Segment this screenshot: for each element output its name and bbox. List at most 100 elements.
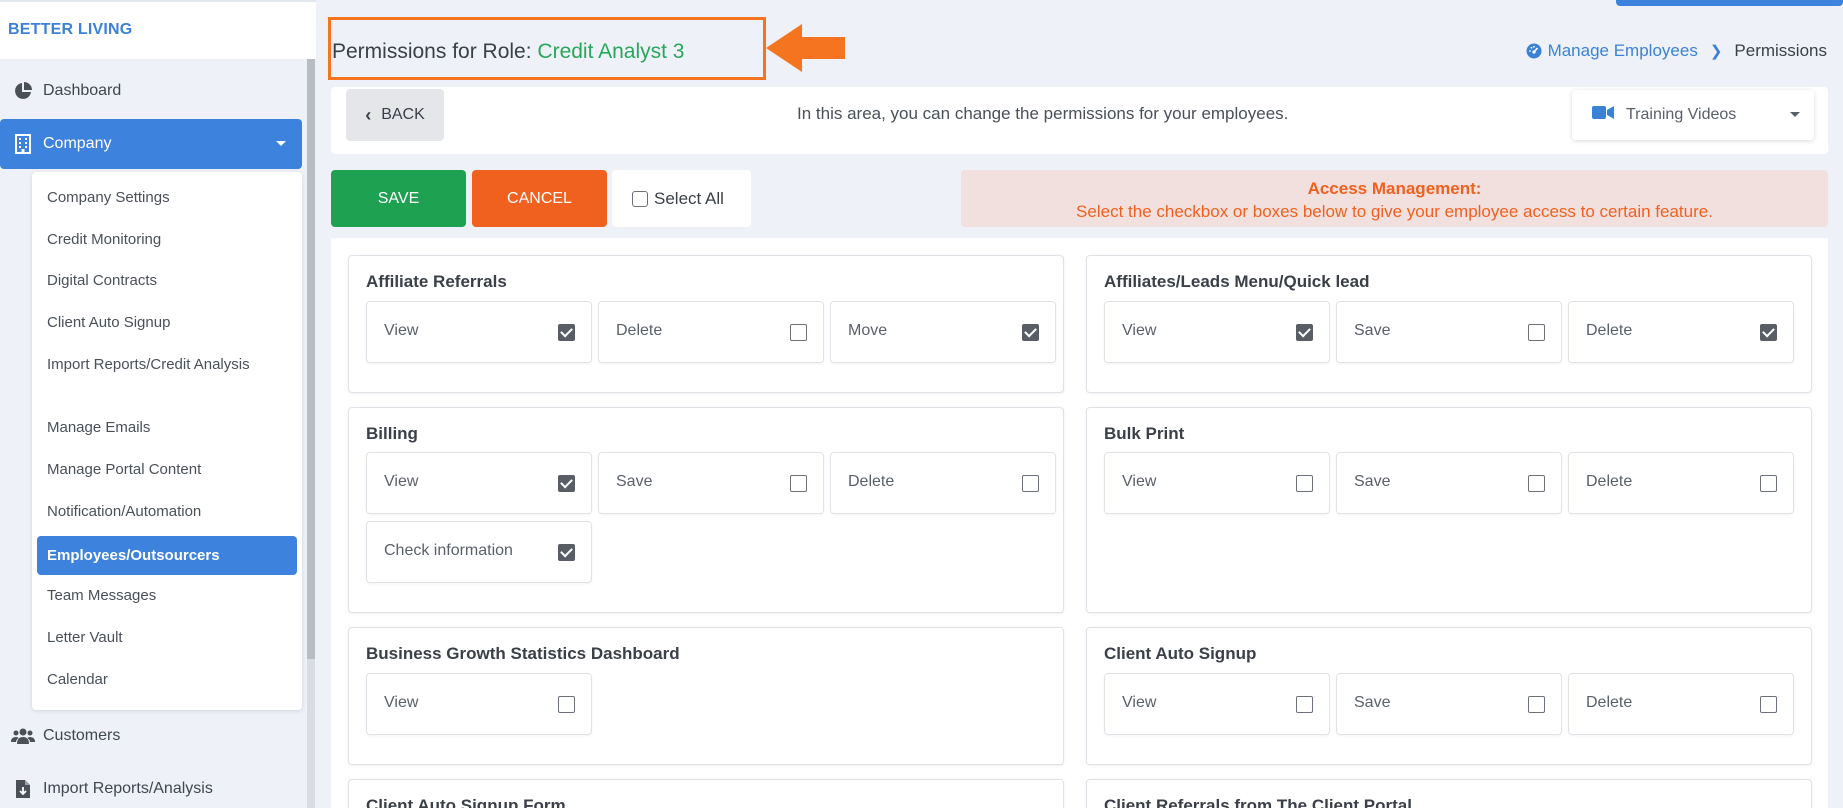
back-button-label: BACK	[381, 106, 425, 123]
permission-checkbox[interactable]	[1022, 475, 1039, 492]
permission-option[interactable]: Move	[830, 301, 1056, 363]
submenu-item-company-settings[interactable]: Company Settings	[37, 186, 297, 209]
permission-option[interactable]: Save	[1336, 452, 1562, 514]
permission-option-label: Delete	[1586, 694, 1633, 711]
permission-card-title: Affiliates/Leads Menu/Quick lead	[1104, 272, 1370, 291]
permission-option[interactable]: Delete	[1568, 452, 1794, 514]
permission-card-client-referrals: Client Referrals from The Client Portal	[1086, 779, 1812, 808]
permission-option[interactable]: Check information	[366, 521, 592, 583]
permission-checkbox[interactable]	[558, 475, 575, 492]
permission-checkbox[interactable]	[1022, 324, 1039, 341]
permission-option[interactable]: View	[1104, 301, 1330, 363]
sidebar-scrollbar-thumb[interactable]	[307, 59, 315, 659]
permission-option-label: Save	[1354, 322, 1391, 339]
submenu-item-manage-portal-content[interactable]: Manage Portal Content	[37, 458, 297, 481]
permission-checkbox[interactable]	[1296, 475, 1313, 492]
submenu-item-letter-vault[interactable]: Letter Vault	[37, 626, 297, 649]
file-import-icon	[11, 777, 35, 801]
permissions-panel: Affiliate Referrals View Delete Move Aff…	[331, 238, 1828, 808]
permission-option-label: Save	[1354, 473, 1391, 490]
sidebar-item-dashboard[interactable]: Dashboard	[0, 66, 302, 116]
sidebar-item-label: Company	[43, 135, 112, 152]
permission-card-title: Affiliate Referrals	[366, 272, 507, 291]
access-note-text: Select the checkbox or boxes below to gi…	[1076, 202, 1713, 221]
permission-card-bulk-print: Bulk Print View Save Delete	[1086, 407, 1812, 613]
permission-checkbox[interactable]	[1760, 475, 1777, 492]
submenu-item-credit-monitoring[interactable]: Credit Monitoring	[37, 228, 297, 251]
permission-card-client-auto-signup-form: Client Auto Signup Form	[348, 779, 1064, 808]
permission-option[interactable]: Save	[1336, 673, 1562, 735]
permission-option-label: Delete	[848, 473, 895, 490]
permission-checkbox[interactable]	[1528, 324, 1545, 341]
permission-option-label: View	[384, 473, 419, 490]
permission-option[interactable]: View	[1104, 452, 1330, 514]
permission-option[interactable]: Delete	[1568, 673, 1794, 735]
cancel-button[interactable]: CANCEL	[472, 170, 607, 227]
breadcrumb-manage-employees[interactable]: Manage Employees	[1526, 41, 1698, 61]
permission-checkbox[interactable]	[558, 696, 575, 713]
gauge-icon	[1526, 43, 1542, 59]
permission-option-label: View	[384, 322, 419, 339]
sidebar-item-label: Customers	[43, 727, 121, 744]
permission-option[interactable]: Delete	[1568, 301, 1794, 363]
video-camera-icon	[1592, 105, 1614, 125]
permission-card-billing: Billing View Save Delete Check informati…	[348, 407, 1064, 613]
pointer-arrow-icon	[766, 24, 845, 72]
top-bar-accent	[1616, 0, 1843, 6]
permission-card-title: Client Auto Signup Form	[366, 796, 566, 808]
role-name: Credit Analyst 3	[537, 40, 685, 63]
access-note-title: Access Management:	[1307, 179, 1482, 198]
permission-checkbox[interactable]	[558, 544, 575, 561]
permission-option[interactable]: View	[366, 673, 592, 735]
permission-option-label: Save	[616, 473, 653, 490]
chevron-down-icon	[1790, 112, 1800, 117]
submenu-item-manage-emails[interactable]: Manage Emails	[37, 416, 297, 439]
info-bar: ‹ BACK In this area, you can change the …	[331, 87, 1828, 154]
permission-checkbox[interactable]	[1528, 475, 1545, 492]
submenu-item-notification-automation[interactable]: Notification/Automation	[37, 500, 297, 523]
save-button[interactable]: SAVE	[331, 170, 466, 227]
submenu-item-digital-contracts[interactable]: Digital Contracts	[37, 269, 297, 292]
submenu-item-client-auto-signup[interactable]: Client Auto Signup	[37, 311, 297, 334]
permission-card-title: Billing	[366, 424, 418, 443]
page-title: Permissions for Role: Credit Analyst 3	[332, 40, 684, 64]
permission-option[interactable]: Delete	[598, 301, 824, 363]
permission-checkbox[interactable]	[1296, 696, 1313, 713]
training-videos-dropdown[interactable]: Training Videos	[1572, 90, 1814, 140]
submenu-item-import-reports[interactable]: Import Reports/Credit Analysis	[37, 353, 297, 376]
brand-logo[interactable]: BETTER LIVING	[0, 0, 316, 59]
permission-option[interactable]: View	[366, 452, 592, 514]
permission-checkbox[interactable]	[790, 475, 807, 492]
building-icon	[11, 132, 35, 156]
back-button[interactable]: ‹ BACK	[346, 89, 444, 141]
permission-option[interactable]: Delete	[830, 452, 1056, 514]
permission-checkbox[interactable]	[1296, 324, 1313, 341]
permission-checkbox[interactable]	[1760, 324, 1777, 341]
permission-option-label: View	[384, 694, 419, 711]
chevron-left-icon: ‹	[365, 104, 372, 125]
permission-checkbox[interactable]	[1528, 696, 1545, 713]
permission-option[interactable]: View	[1104, 673, 1330, 735]
permission-checkbox[interactable]	[790, 324, 807, 341]
brand-name[interactable]: BETTER LIVING	[8, 21, 132, 39]
training-videos-label: Training Videos	[1626, 106, 1737, 123]
submenu-item-employees-outsourcers[interactable]: Employees/Outsourcers	[37, 536, 297, 575]
submenu-item-team-messages[interactable]: Team Messages	[37, 584, 297, 607]
permission-option-label: Delete	[1586, 322, 1633, 339]
permission-option[interactable]: Save	[1336, 301, 1562, 363]
breadcrumb-parent-label: Manage Employees	[1547, 41, 1698, 60]
permission-option-label: View	[1122, 694, 1157, 711]
select-all-checkbox[interactable]: Select All	[612, 170, 751, 227]
permission-option[interactable]: Save	[598, 452, 824, 514]
sidebar-item-company[interactable]: Company	[0, 119, 302, 169]
access-management-note: Access Management: Select the checkbox o…	[961, 170, 1828, 227]
permission-checkbox[interactable]	[1760, 696, 1777, 713]
sidebar-item-import-reports[interactable]: Import Reports/Analysis	[0, 764, 302, 808]
permission-option[interactable]: View	[366, 301, 592, 363]
sidebar-item-customers[interactable]: Customers	[0, 711, 302, 761]
submenu-item-calendar[interactable]: Calendar	[37, 668, 297, 691]
sidebar-item-label: Import Reports/Analysis	[43, 780, 213, 797]
permission-option-label: Delete	[616, 322, 663, 339]
permission-checkbox[interactable]	[558, 324, 575, 341]
select-all-box[interactable]	[632, 190, 648, 207]
